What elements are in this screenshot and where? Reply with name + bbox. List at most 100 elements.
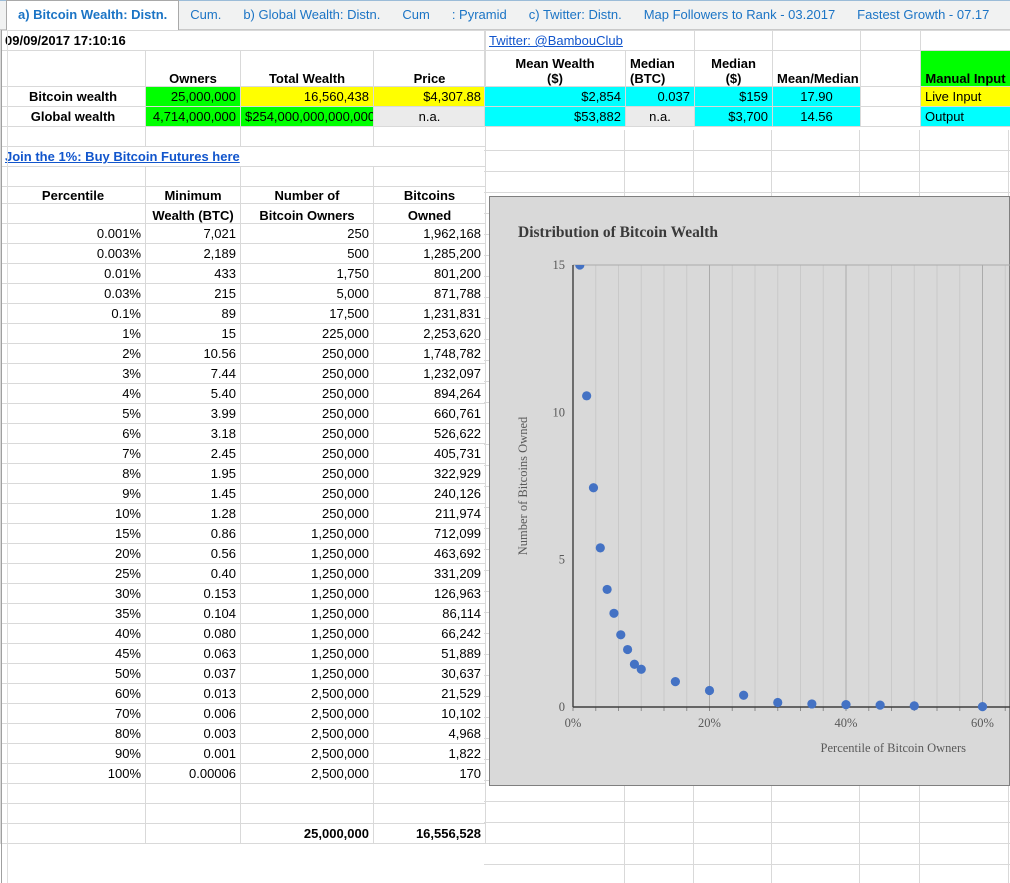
cell-bitcoin-mean-wealth: $2,854 — [485, 87, 626, 107]
table-row: 0.01%4331,750801,200 — [1, 264, 486, 284]
tab-2[interactable]: b) Global Wealth: Distn. — [232, 1, 391, 29]
data-point — [841, 700, 850, 709]
summary-right-table: Twitter: @BambouClub Mean Wealth($) Medi… — [484, 30, 1010, 127]
cell-bitcoin-owners: 25,000,000 — [146, 87, 241, 107]
col-header-min-wealth-1: Minimum — [146, 187, 241, 204]
cell-bitcoin-price: $4,307.88 — [374, 87, 486, 107]
blank-row — [1, 127, 486, 147]
col-header-mean-median: Mean/Median — [773, 51, 861, 87]
table-row: 45%0.0631,250,00051,889 — [1, 644, 486, 664]
left-table: 09/09/2017 17:10:16 Owners Total Wealth … — [0, 30, 486, 844]
spreadsheet-app: a) Bitcoin Wealth: Distn.Cum.b) Global W… — [0, 0, 1010, 883]
svg-text:Number of Bitcoins Owned: Number of Bitcoins Owned — [516, 416, 530, 555]
dist-header-row-1: Percentile Minimum Number of Bitcoins — [1, 187, 486, 204]
promo-row: Join the 1%: Buy Bitcoin Futures here — [1, 147, 486, 167]
table-row: 30%0.1531,250,000126,963 — [1, 584, 486, 604]
cell-global-owners: 4,714,000,000 — [146, 107, 241, 127]
svg-text:0: 0 — [559, 700, 565, 714]
tab-4[interactable]: : Pyramid — [441, 1, 518, 29]
tab-7[interactable]: Fastest Growth - 07.17 — [846, 1, 1000, 29]
sheet-left-gridline — [7, 30, 8, 883]
svg-text:0%: 0% — [565, 716, 582, 730]
bitcoin-wealth-row: Bitcoin wealth 25,000,000 16,560,438 $4,… — [1, 87, 486, 107]
table-row: 2%10.56250,0001,748,782 — [1, 344, 486, 364]
total-bitcoins: 16,556,528 — [374, 824, 486, 844]
col-header-min-wealth-2: Wealth (BTC) — [146, 204, 241, 224]
tab-0[interactable]: a) Bitcoin Wealth: Distn. — [6, 0, 179, 30]
legend-output: Output — [921, 107, 1010, 127]
data-point — [705, 686, 714, 695]
blank-row — [1, 167, 486, 187]
data-point — [582, 391, 591, 400]
table-row: 100%0.000062,500,000170 — [1, 764, 486, 784]
svg-text:10: 10 — [553, 405, 566, 419]
table-row: 0.003%2,1895001,285,200 — [1, 244, 486, 264]
data-point — [739, 691, 748, 700]
svg-text:20%: 20% — [698, 716, 721, 730]
data-point — [978, 702, 987, 711]
cell-global-median-usd: $3,700 — [695, 107, 773, 127]
tab-5[interactable]: c) Twitter: Distn. — [518, 1, 633, 29]
data-point — [910, 701, 919, 710]
table-row: 80%0.0032,500,0004,968 — [1, 724, 486, 744]
table-row: 9%1.45250,000240,126 — [1, 484, 486, 504]
tab-1[interactable]: Cum. — [179, 1, 232, 29]
row-label-bitcoin-wealth: Bitcoin wealth — [1, 87, 146, 107]
table-row: 5%3.99250,000660,761 — [1, 404, 486, 424]
data-point — [637, 665, 646, 674]
data-point — [773, 698, 782, 707]
data-point — [623, 645, 632, 654]
data-point — [616, 630, 625, 639]
table-row: 20%0.561,250,000463,692 — [1, 544, 486, 564]
blank-row — [1, 804, 486, 824]
twitter-link[interactable]: Twitter: @BambouClub — [489, 33, 623, 48]
sheet-left-border — [1, 30, 2, 883]
table-row: 50%0.0371,250,00030,637 — [1, 664, 486, 684]
data-point — [596, 543, 605, 552]
cell-bitcoin-median-btc: 0.037 — [626, 87, 695, 107]
col-header-num-owners-1: Number of — [241, 187, 374, 204]
table-row: 25%0.401,250,000331,209 — [1, 564, 486, 584]
cell-bitcoin-median-usd: $159 — [695, 87, 773, 107]
table-row: 6%3.18250,000526,622 — [1, 424, 486, 444]
col-header-median-btc: Median(BTC) — [626, 51, 695, 87]
cell-global-mean-median: 14.56 — [773, 107, 861, 127]
table-row: 15%0.861,250,000712,099 — [1, 524, 486, 544]
data-point — [603, 585, 612, 594]
table-row: 60%0.0132,500,00021,529 — [1, 684, 486, 704]
table-row: 40%0.0801,250,00066,242 — [1, 624, 486, 644]
cell-bitcoin-mean-median: 17.90 — [773, 87, 861, 107]
svg-text:40%: 40% — [835, 716, 858, 730]
col-header-mean-wealth: Mean Wealth($) — [485, 51, 626, 87]
col-header-price: Price — [374, 51, 486, 87]
cell-global-mean-wealth: $53,882 — [485, 107, 626, 127]
sheet-area: 09/09/2017 17:10:16 Owners Total Wealth … — [0, 30, 1010, 883]
summary-header-row-right: Mean Wealth($) Median(BTC) Median($) Mea… — [485, 51, 1010, 87]
svg-text:Percentile of Bitcoin Owners: Percentile of Bitcoin Owners — [821, 741, 967, 755]
table-row: 3%7.44250,0001,232,097 — [1, 364, 486, 384]
table-row: 10%1.28250,000211,974 — [1, 504, 486, 524]
cell-global-median-btc: n.a. — [626, 107, 695, 127]
col-header-total-wealth: Total Wealth — [241, 51, 374, 87]
bitcoin-wealth-row-right: $2,854 0.037 $159 17.90 Live Input — [485, 87, 1010, 107]
promo-link[interactable]: Join the 1%: Buy Bitcoin Futures here — [5, 149, 240, 164]
data-point — [589, 483, 598, 492]
wealth-distribution-chart: Distribution of Bitcoin Wealth0510150%20… — [489, 196, 1010, 786]
twitter-row: Twitter: @BambouClub — [485, 31, 1010, 51]
col-header-owners: Owners — [146, 51, 241, 87]
table-row: 4%5.40250,000894,264 — [1, 384, 486, 404]
tab-6[interactable]: Map Followers to Rank - 03.2017 — [633, 1, 846, 29]
data-point — [876, 701, 885, 710]
tab-3[interactable]: Cum — [391, 1, 440, 29]
table-row: 70%0.0062,500,00010,102 — [1, 704, 486, 724]
data-point — [807, 699, 816, 708]
scatter-plot-svg: Distribution of Bitcoin Wealth0510150%20… — [489, 196, 1010, 786]
table-row: 0.1%8917,5001,231,831 — [1, 304, 486, 324]
table-row: 90%0.0012,500,0001,822 — [1, 744, 486, 764]
table-row: 1%15225,0002,253,620 — [1, 324, 486, 344]
legend-live-input: Live Input — [921, 87, 1010, 107]
legend-manual-input: Manual Input — [921, 51, 1010, 87]
timestamp-row: 09/09/2017 17:10:16 — [1, 31, 486, 51]
cell-global-total-wealth: $254,000,000,000,000 — [241, 107, 374, 127]
dist-header-row-2: Wealth (BTC) Bitcoin Owners Owned — [1, 204, 486, 224]
